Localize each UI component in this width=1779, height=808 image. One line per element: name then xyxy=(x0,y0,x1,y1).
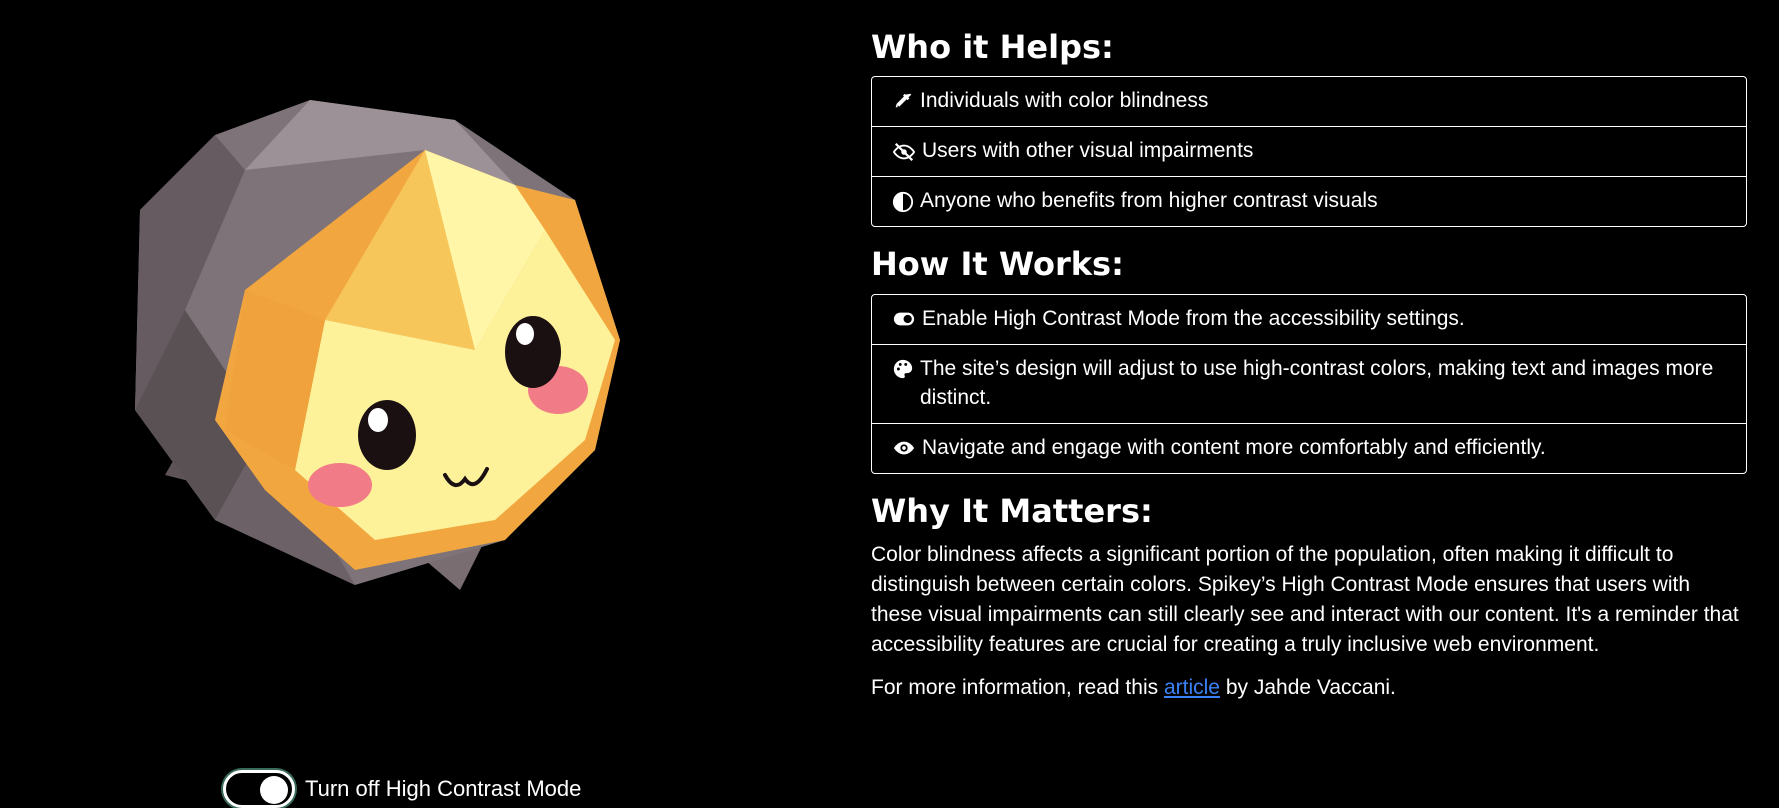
why-paragraph: Color blindness affects a significant po… xyxy=(871,543,1739,656)
how-heading: How It Works: xyxy=(871,245,1124,284)
list-item: Enable High Contrast Mode from the acces… xyxy=(872,295,1746,345)
how-list: Enable High Contrast Mode from the acces… xyxy=(871,293,1747,474)
high-contrast-toggle[interactable] xyxy=(223,770,295,808)
high-contrast-toggle-row: Turn off High Contrast Mode xyxy=(223,770,581,808)
eye-icon xyxy=(892,434,916,463)
mascot-panel: Turn off High Contrast Mode xyxy=(0,0,860,808)
toggle-label: Turn off High Contrast Mode xyxy=(305,776,582,801)
more-info-line: For more information, read this article … xyxy=(871,676,1396,700)
why-heading: Why It Matters: xyxy=(871,491,1153,530)
list-item: Individuals with color blindness xyxy=(872,77,1746,128)
list-item: Anyone who benefits from higher contrast… xyxy=(872,177,1746,226)
list-item: Users with other visual impairments xyxy=(872,127,1746,178)
who-heading: Who it Helps: xyxy=(871,28,1114,66)
info-panel: Who it Helps: Individuals with color bli… xyxy=(871,28,1747,717)
half-circle-icon xyxy=(892,187,914,216)
toggle-on-icon xyxy=(892,305,916,334)
palette-icon xyxy=(892,355,914,384)
spikey-mascot-image xyxy=(135,100,620,590)
eyedropper-icon xyxy=(892,87,914,116)
toggle-knob xyxy=(260,776,288,804)
eye-slash-icon xyxy=(892,137,916,166)
who-list: Individuals with color blindness Users w… xyxy=(871,76,1747,228)
list-item: Navigate and engage with content more co… xyxy=(872,424,1746,473)
list-item: The site’s design will adjust to use hig… xyxy=(872,345,1746,424)
article-link[interactable]: article xyxy=(1164,676,1220,699)
